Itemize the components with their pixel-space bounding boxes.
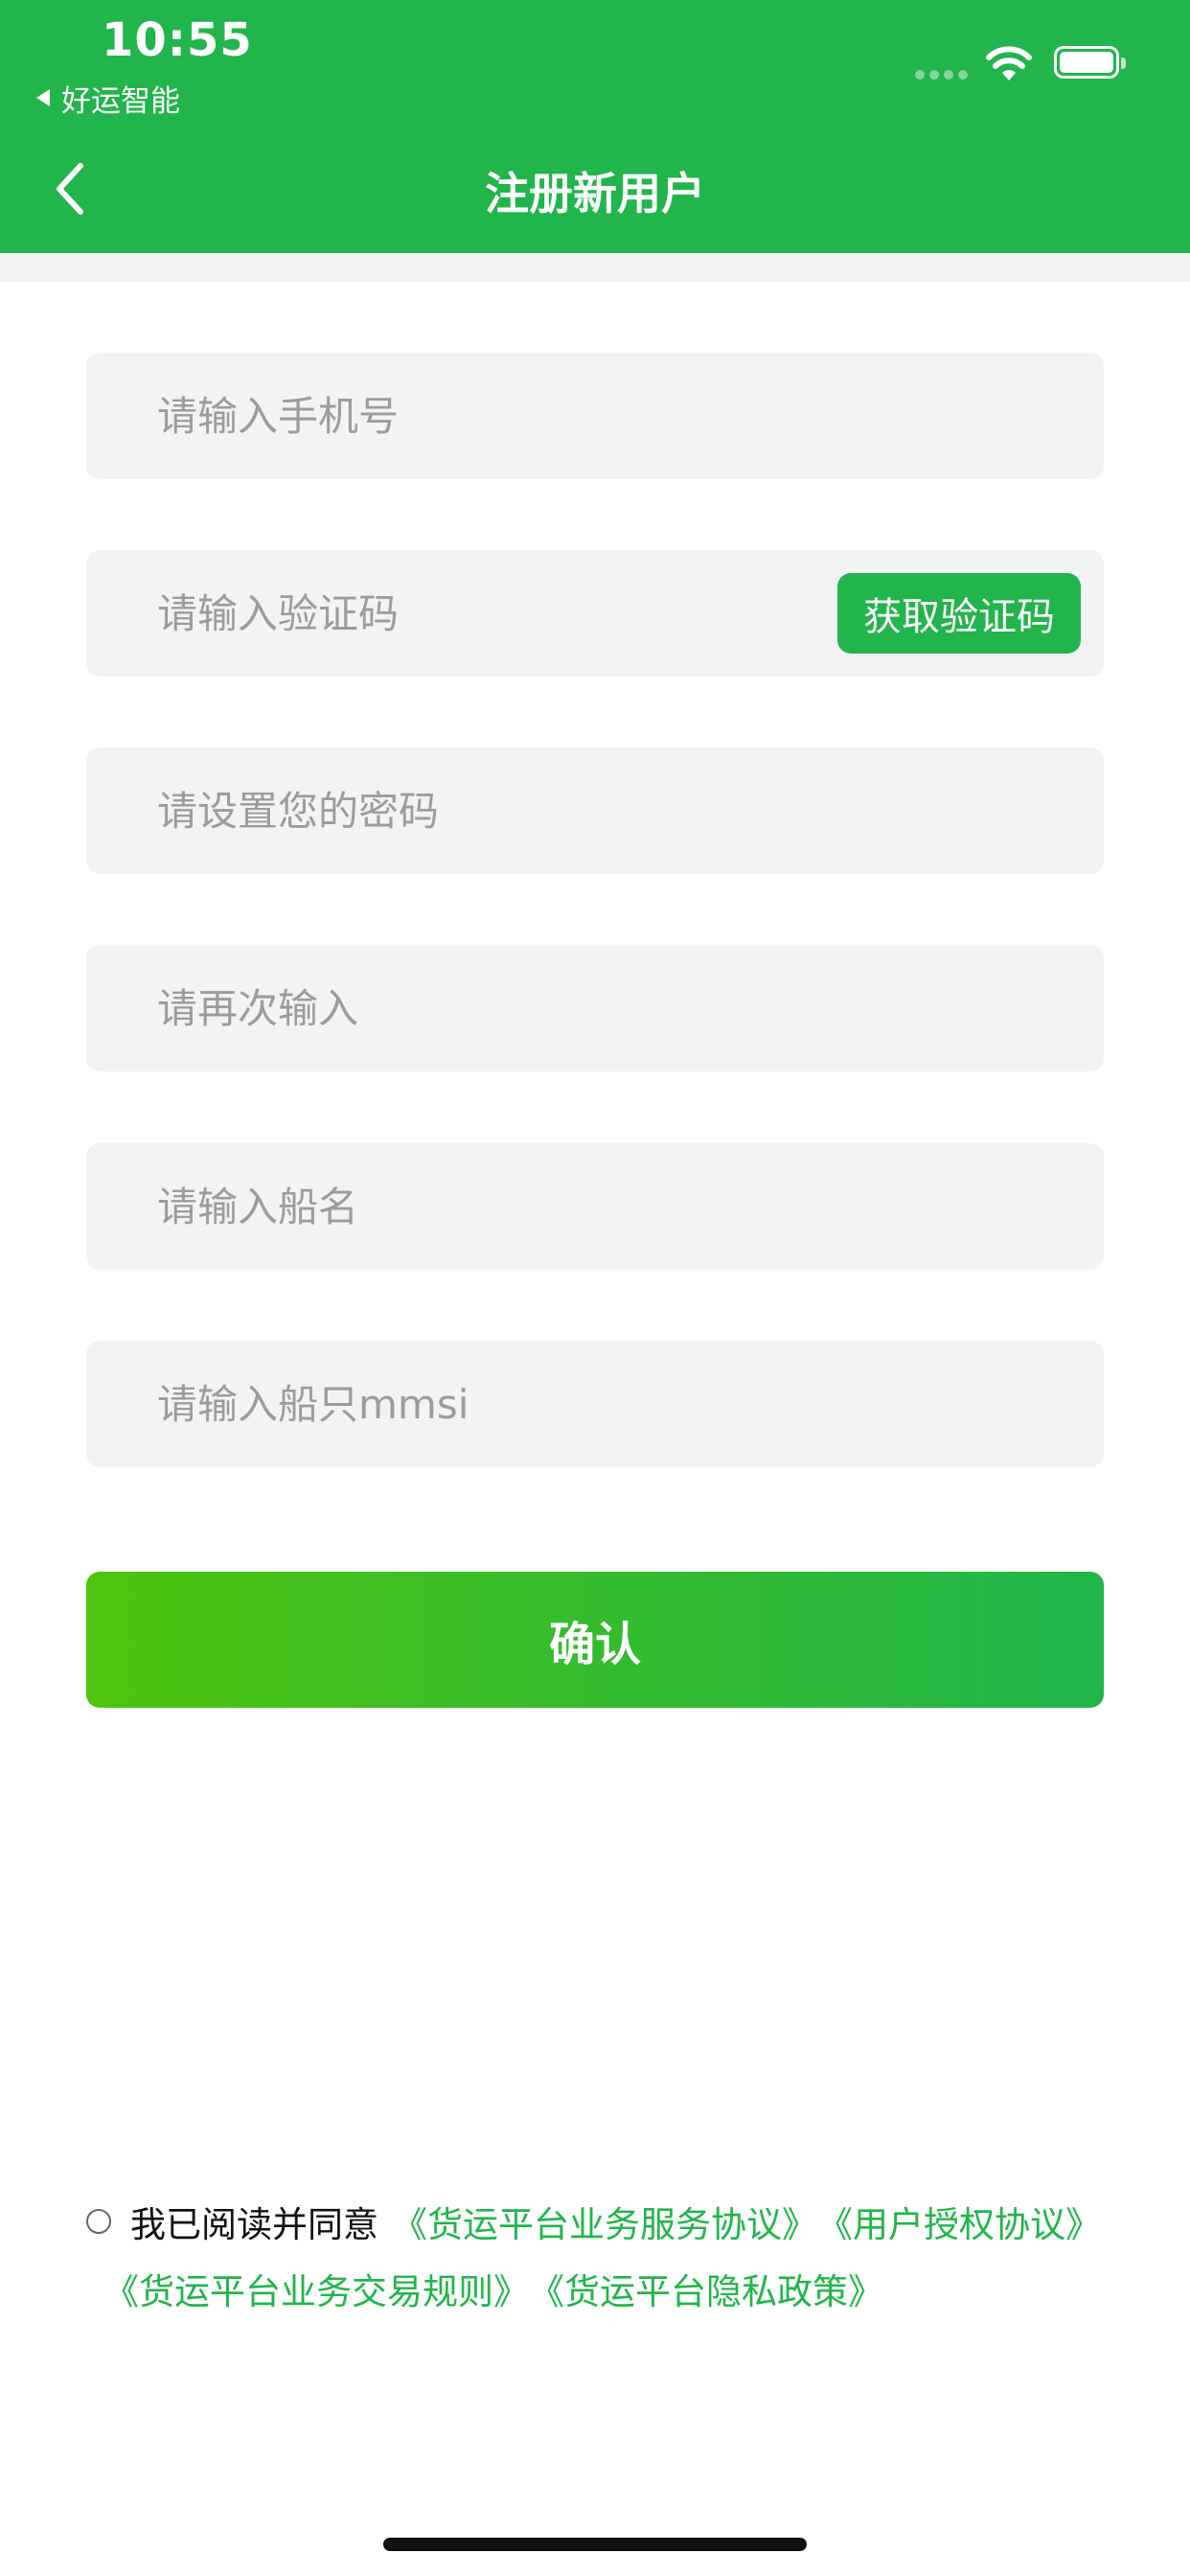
password-field — [86, 748, 1104, 874]
status-time: 10:55 — [102, 13, 253, 67]
trading-rules-link[interactable]: 《货运平台业务交易规则》 — [103, 2263, 529, 2314]
code-field: 获取验证码 — [86, 550, 1104, 677]
ship-name-field — [86, 1143, 1104, 1270]
password-input[interactable] — [157, 748, 885, 874]
agreement-prefix: 我已阅读并同意 — [130, 2204, 378, 2245]
home-indicator — [383, 2538, 807, 2551]
password-confirm-input[interactable] — [157, 945, 885, 1071]
agreement-row: 我已阅读并同意 《货运平台业务服务协议》 《用户授权协议》 — [86, 2196, 1101, 2246]
battery-icon — [1054, 46, 1126, 79]
back-triangle-icon — [36, 89, 50, 106]
phone-field — [86, 353, 1104, 479]
ship-name-input[interactable] — [157, 1143, 885, 1270]
wifi-icon — [986, 46, 1032, 80]
app-header: 10:55 好运智能 注册新用户 — [0, 0, 1190, 253]
get-code-button[interactable]: 获取验证码 — [837, 573, 1081, 654]
back-app-label: 好运智能 — [61, 83, 180, 119]
password-confirm-field — [86, 945, 1104, 1071]
confirm-button[interactable]: 确认 — [86, 1572, 1104, 1708]
page-title: 注册新用户 — [485, 168, 705, 219]
phone-input[interactable] — [157, 353, 885, 479]
user-authorization-link[interactable]: 《用户授权协议》 — [817, 2196, 1101, 2247]
cellular-signal-icon — [915, 70, 968, 80]
header-divider — [0, 253, 1190, 282]
ship-mmsi-field — [86, 1341, 1104, 1467]
privacy-policy-link[interactable]: 《货运平台隐私政策》 — [529, 2263, 883, 2314]
back-to-app-link[interactable]: 好运智能 — [36, 77, 180, 119]
verification-code-input[interactable] — [157, 550, 751, 677]
service-agreement-link[interactable]: 《货运平台业务服务协议》 — [392, 2196, 817, 2247]
ship-mmsi-input[interactable] — [157, 1341, 885, 1467]
agreement-radio[interactable] — [86, 2209, 111, 2234]
agreement-row-2: 《货运平台业务交易规则》 《货运平台隐私政策》 — [103, 2264, 883, 2313]
